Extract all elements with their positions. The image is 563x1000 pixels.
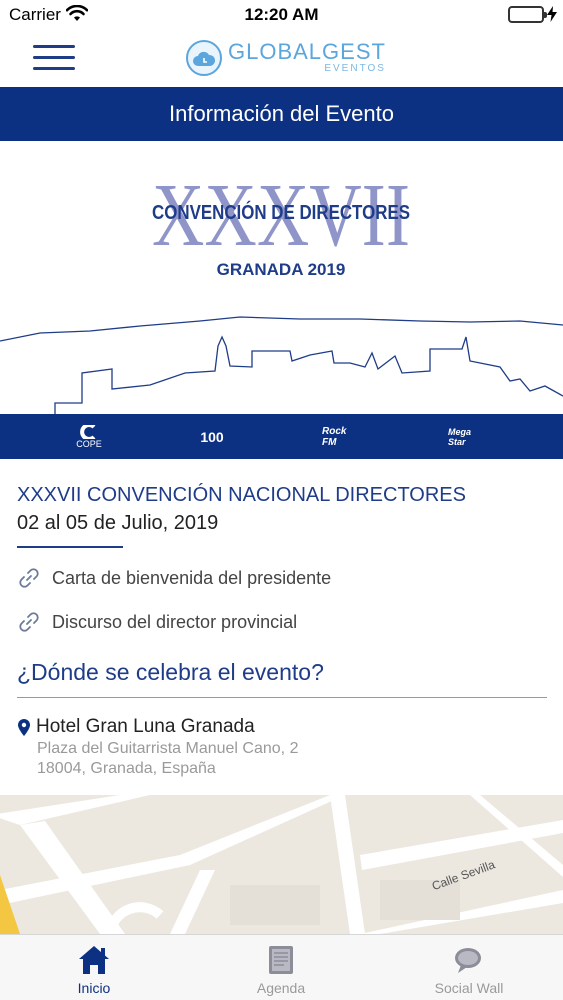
venue-address-line2: 18004, Granada, España — [37, 760, 216, 777]
clock: 12:20 AM — [244, 5, 319, 24]
event-title: XXXVII CONVENCIÓN NACIONAL DIRECTORES — [17, 484, 466, 506]
hamburger-icon[interactable] — [33, 45, 75, 71]
sponsor-logo-cope: COPE — [76, 424, 102, 450]
page-title: Información del Evento — [168, 101, 395, 126]
venue-address-line1: Plaza del Guitarrista Manuel Cano, 2 — [37, 740, 299, 757]
sponsor-logo-megastar: Mega Star — [448, 427, 472, 447]
logo-subtitle: EVENTOS — [324, 63, 386, 74]
event-divider — [17, 546, 123, 548]
tab-bar: Inicio Agenda Social Wall — [0, 934, 563, 1000]
sponsor-logo-cadena100: 100 — [200, 429, 224, 445]
agenda-icon — [269, 946, 293, 974]
link-label: Carta de bienvenida del presidente — [52, 567, 332, 588]
map-pin-icon — [18, 719, 30, 741]
link-icon — [19, 612, 39, 632]
tab-social-wall[interactable]: Social Wall — [420, 935, 518, 1000]
link-director-speech[interactable]: Discurso del director provincial — [17, 609, 297, 635]
logo-name: GLOBALGEST — [228, 39, 386, 64]
venue-name: Hotel Gran Luna Granada — [36, 716, 255, 737]
tab-label: Agenda — [256, 980, 306, 996]
location-heading: ¿Dónde se celebra el evento? — [17, 659, 324, 685]
sponsor-logo-rockfm: Rock FM — [322, 426, 347, 448]
skyline-illustration — [0, 316, 563, 342]
banner-city-year: GRANADA 2019 — [217, 260, 346, 279]
tab-label: Social Wall — [434, 980, 504, 996]
link-icon — [19, 568, 39, 588]
location-divider — [17, 697, 547, 698]
nav-header: GLOBALGEST EVENTOS — [0, 30, 563, 87]
event-date: 02 al 05 de Julio, 2019 — [17, 512, 219, 534]
home-icon — [79, 946, 109, 974]
link-welcome-letter[interactable]: Carta de bienvenida del presidente — [17, 565, 331, 591]
chat-icon — [455, 948, 481, 973]
link-label: Discurso del director provincial — [52, 611, 298, 632]
page-title-band: Información del Evento — [0, 87, 563, 141]
banner-headline: CONVENCIÓN DE DIRECTORES — [152, 200, 410, 224]
status-bar: Carrier 12:20 AM — [0, 0, 563, 30]
tab-agenda[interactable]: Agenda — [240, 935, 322, 1000]
event-banner: XXXVII CONVENCIÓN DE DIRECTORES GRANADA … — [0, 141, 563, 414]
battery-icon — [508, 6, 547, 23]
app-logo: GLOBALGEST EVENTOS — [186, 38, 386, 78]
cloud-clock-icon — [186, 40, 222, 76]
tab-inicio[interactable]: Inicio — [55, 935, 133, 1000]
tab-label: Inicio — [77, 980, 111, 996]
sponsor-bar: COPE 100 Rock FM Mega Star — [0, 414, 563, 459]
app-screen: Carrier 12:20 AM GLOBALGEST EVENTOS Info… — [0, 0, 563, 1000]
charging-icon — [547, 6, 557, 27]
